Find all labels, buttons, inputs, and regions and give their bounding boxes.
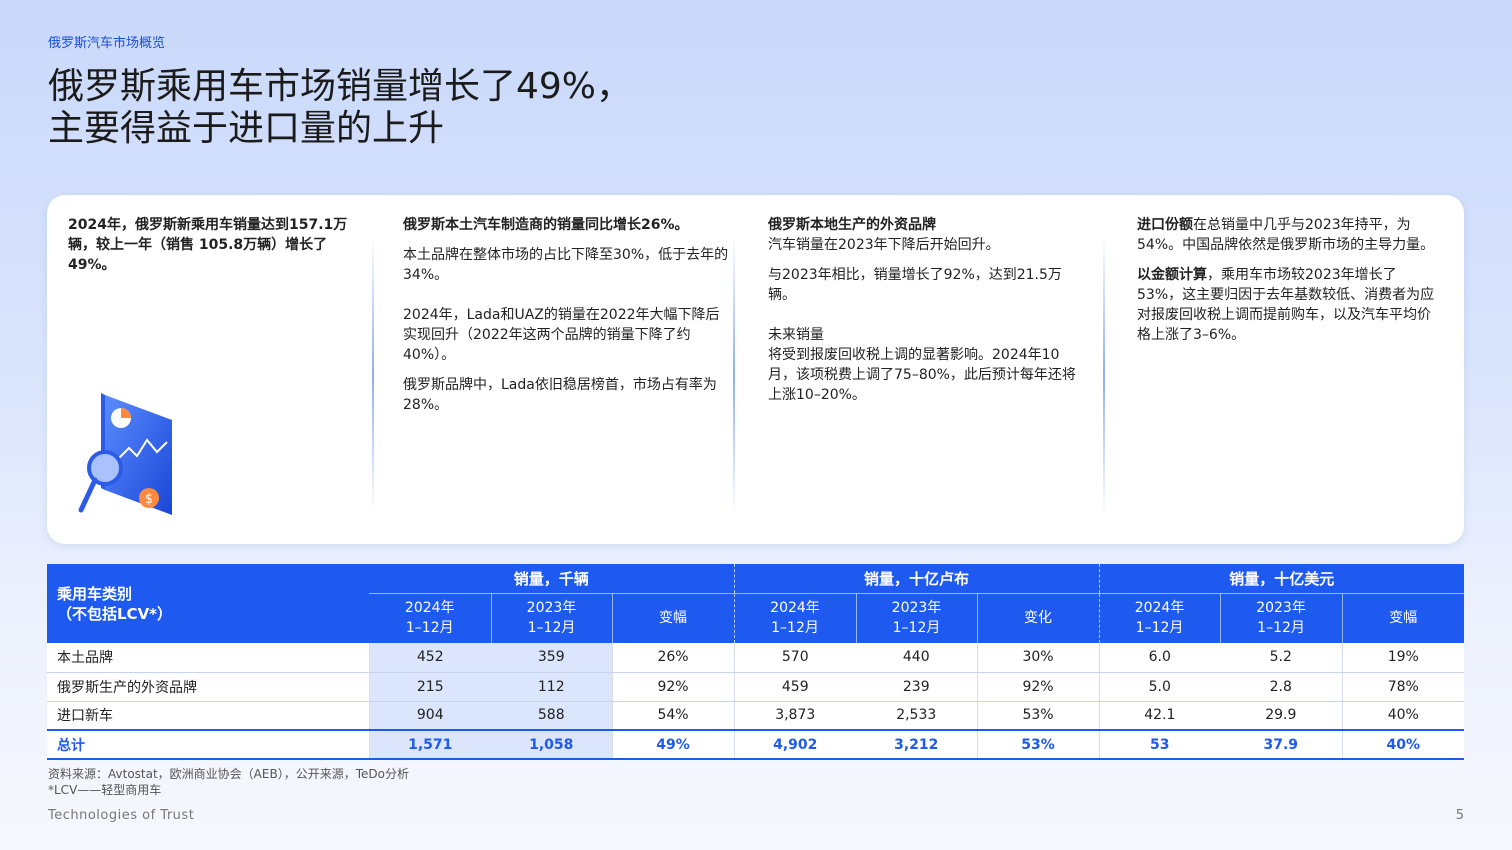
table-cell: 588 — [491, 701, 613, 731]
source-note: 资料来源：Avtostat，欧洲商业协会（AEB），公开来源，TeDo分析 *L… — [48, 766, 409, 798]
col2-heading: 俄罗斯本土汽车制造商的销量同比增长26%。 — [403, 217, 689, 233]
table-cell: 359 — [491, 643, 613, 673]
sub-header: 2024年 1–12月 — [369, 592, 492, 643]
footer-tagline: Technologies of Trust — [48, 808, 195, 823]
category-header: 乘用车类别 （不包括LCV*） — [47, 564, 369, 643]
table-cell: 112 — [491, 672, 613, 702]
breadcrumb: 俄罗斯汽车市场概览 — [48, 36, 166, 51]
table-cell: 53% — [977, 701, 1100, 731]
col3-paragraph-1: 汽车销量在2023年下降后开始回升。 — [768, 237, 1000, 253]
table-total-row: 总计 1,571 1,058 49% 4,902 3,212 53% 53 37… — [47, 729, 1465, 760]
table-cell: 459 — [734, 672, 856, 702]
summary-card: 2024年，俄罗斯新乘用车销量达到157.1万辆，较上一年（销售 105.8万辆… — [47, 195, 1464, 544]
total-cell: 3,212 — [856, 729, 978, 760]
sales-table: 乘用车类别 （不包括LCV*） 销量，千辆 销量，十亿卢布 销量，十亿美元 20… — [47, 564, 1465, 760]
summary-column-3: 俄罗斯本地生产的外资品牌 汽车销量在2023年下降后开始回升。 与2023年相比… — [768, 215, 1078, 415]
source-line: 资料来源：Avtostat，欧洲商业协会（AEB），公开来源，TeDo分析 — [48, 767, 409, 781]
table-cell: 78% — [1342, 672, 1465, 702]
col2-paragraph-3: 俄罗斯品牌中，Lada依旧稳居榜首，市场占有率为28%。 — [403, 377, 717, 413]
col3-paragraph-3: 将受到报废回收税上调的显著影响。2024年10月，该项税费上调了75–80%，此… — [768, 347, 1076, 403]
row-label: 俄罗斯生产的外资品牌 — [47, 672, 370, 702]
table-cell: 40% — [1342, 701, 1465, 731]
table-row: 俄罗斯生产的外资品牌 215 112 92% 459 239 92% 5.0 2… — [47, 672, 1465, 702]
sub-header: 2023年 1–12月 — [491, 592, 613, 643]
row-label: 进口新车 — [47, 701, 370, 731]
table-cell: 92% — [977, 672, 1100, 702]
total-cell: 1,058 — [491, 729, 613, 760]
table-cell: 570 — [734, 643, 856, 673]
table-cell: 2.8 — [1220, 672, 1343, 702]
col4-bold-2: 以金额计算 — [1137, 267, 1207, 283]
table-cell: 215 — [369, 672, 491, 702]
table-cell: 30% — [977, 643, 1100, 673]
table-cell: 3,873 — [734, 701, 856, 731]
table-cell: 19% — [1342, 643, 1465, 673]
page-number: 5 — [1455, 808, 1464, 823]
title-line-1: 俄罗斯乘用车市场销量增长了49%， — [48, 66, 633, 107]
sub-header: 2024年 1–12月 — [734, 592, 857, 643]
summary-column-4: 进口份额在总销量中几乎与2023年持平，为54%。中国品牌依然是俄罗斯市场的主导… — [1137, 215, 1437, 355]
page-title: 俄罗斯乘用车市场销量增长了49%， 主要得益于进口量的上升 — [48, 66, 948, 150]
total-cell: 53 — [1099, 729, 1221, 760]
sub-header: 变幅 — [612, 592, 735, 643]
table-cell: 452 — [369, 643, 491, 673]
column-divider-1 — [372, 235, 374, 515]
sub-header: 2023年 1–12月 — [1220, 592, 1343, 643]
total-cell: 37.9 — [1220, 729, 1343, 760]
table-cell: 5.2 — [1220, 643, 1343, 673]
total-cell: 1,571 — [369, 729, 491, 760]
table-row: 本土品牌 452 359 26% 570 440 30% 6.0 5.2 19% — [47, 643, 1465, 673]
table-cell: 2,533 — [856, 701, 978, 731]
col3-future-title: 未来销量 — [768, 327, 824, 343]
total-cell: 49% — [612, 729, 735, 760]
analytics-illustration-icon: $ — [78, 393, 172, 515]
title-line-2: 主要得益于进口量的上升 — [48, 108, 445, 149]
total-cell: 4,902 — [734, 729, 856, 760]
group-header-units: 销量，千辆 — [369, 564, 735, 593]
footnote-line: *LCV——轻型商用车 — [48, 783, 162, 797]
summary-column-2: 俄罗斯本土汽车制造商的销量同比增长26%。 本土品牌在整体市场的占比下降至30%… — [403, 215, 733, 425]
total-cell: 40% — [1342, 729, 1465, 760]
summary-column-1: 2024年，俄罗斯新乘用车销量达到157.1万辆，较上一年（销售 105.8万辆… — [68, 215, 348, 275]
table-cell: 29.9 — [1220, 701, 1343, 731]
col3-paragraph-2: 与2023年相比，销量增长了92%，达到21.5万辆。 — [768, 267, 1062, 303]
summary-headline: 2024年，俄罗斯新乘用车销量达到157.1万辆，较上一年（销售 105.8万辆… — [68, 217, 348, 273]
row-label: 本土品牌 — [47, 643, 370, 673]
table-cell: 54% — [612, 701, 735, 731]
col2-paragraph-1: 本土品牌在整体市场的占比下降至30%，低于去年的34%。 — [403, 247, 729, 283]
table-cell: 440 — [856, 643, 978, 673]
total-label: 总计 — [47, 729, 370, 760]
group-header-rub: 销量，十亿卢布 — [734, 564, 1100, 593]
column-divider-3 — [1103, 235, 1105, 515]
table-cell: 5.0 — [1099, 672, 1221, 702]
table-row: 进口新车 904 588 54% 3,873 2,533 53% 42.1 29… — [47, 701, 1465, 731]
table-cell: 42.1 — [1099, 701, 1221, 731]
table-cell: 6.0 — [1099, 643, 1221, 673]
col3-heading: 俄罗斯本地生产的外资品牌 — [768, 217, 936, 233]
column-divider-2 — [733, 235, 735, 515]
sub-header: 2024年 1–12月 — [1099, 592, 1221, 643]
table-cell: 92% — [612, 672, 735, 702]
svg-text:$: $ — [145, 492, 153, 507]
col2-paragraph-2: 2024年，Lada和UAZ的销量在2022年大幅下降后实现回升（2022年这两… — [403, 307, 720, 363]
sub-header: 变幅 — [1342, 592, 1465, 643]
table-cell: 239 — [856, 672, 978, 702]
table-cell: 904 — [369, 701, 491, 731]
col4-bold-1: 进口份额 — [1137, 217, 1193, 233]
sub-header: 2023年 1–12月 — [856, 592, 978, 643]
table-cell: 26% — [612, 643, 735, 673]
total-cell: 53% — [977, 729, 1100, 760]
sub-header: 变化 — [977, 592, 1100, 643]
group-header-usd: 销量，十亿美元 — [1099, 564, 1465, 593]
